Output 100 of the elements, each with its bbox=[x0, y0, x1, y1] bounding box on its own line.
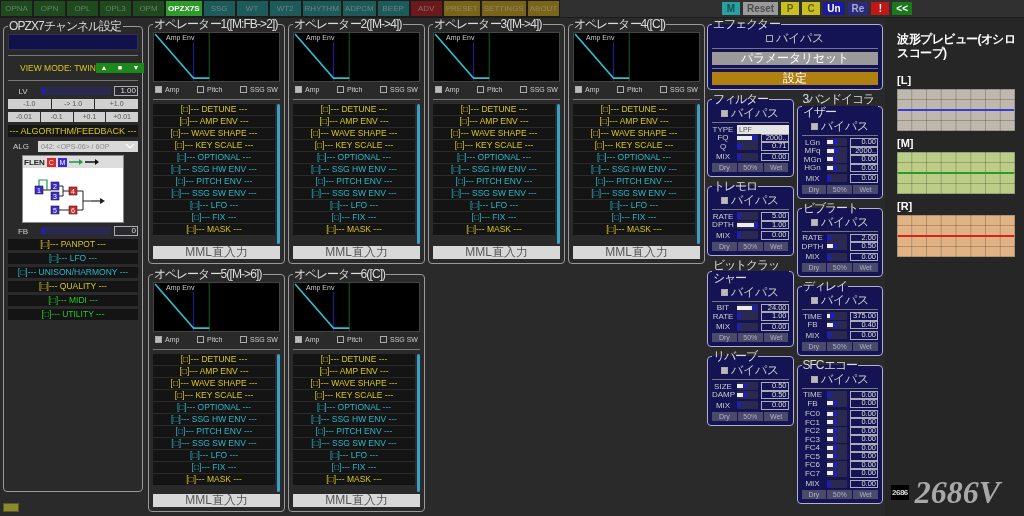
section-header[interactable]: [□]--- SSG SW ENV --- bbox=[573, 188, 695, 199]
section-header[interactable]: [□]--- KEY SCALE --- bbox=[433, 140, 555, 151]
checkbox[interactable] bbox=[379, 86, 387, 93]
slider[interactable] bbox=[826, 479, 847, 488]
section-header[interactable]: [□]--- MASK --- bbox=[433, 224, 555, 235]
section-header[interactable]: [□]--- DETUNE --- bbox=[433, 104, 555, 115]
checkbox[interactable] bbox=[155, 336, 162, 343]
section-header[interactable]: [□]--- LFO --- bbox=[153, 200, 275, 211]
checkbox[interactable] bbox=[721, 288, 729, 296]
section-header[interactable]: [□]--- MASK --- bbox=[153, 474, 275, 485]
section-header[interactable]: [□]--- MASK --- bbox=[293, 224, 415, 235]
checkbox[interactable] bbox=[239, 336, 247, 343]
section-header[interactable]: [□]--- MASK --- bbox=[153, 224, 275, 235]
section-header[interactable]: [□]--- WAVE SHAPE --- bbox=[573, 128, 695, 139]
section-header[interactable]: [□]--- WAVE SHAPE --- bbox=[433, 128, 555, 139]
section-header[interactable]: [□]--- OPTIONAL --- bbox=[293, 152, 415, 163]
section-header[interactable]: [□]--- SSG SW ENV --- bbox=[293, 188, 415, 199]
section-header[interactable]: [□]--- SSG SW ENV --- bbox=[433, 188, 555, 199]
slider[interactable] bbox=[826, 138, 847, 147]
section-header[interactable]: [□]--- DETUNE --- bbox=[153, 354, 275, 365]
section-header[interactable]: [□]--- WAVE SHAPE --- bbox=[153, 128, 275, 139]
section-header[interactable]: [□]--- SSG HW ENV --- bbox=[433, 164, 555, 175]
section-header[interactable]: [□]--- FIX --- bbox=[153, 462, 275, 473]
section-header[interactable]: [□]--- LFO --- bbox=[293, 200, 415, 211]
scrollbar[interactable] bbox=[557, 104, 560, 244]
section-header[interactable]: [□]--- DETUNE --- bbox=[573, 104, 695, 115]
mml-button[interactable]: MML直入力 bbox=[433, 246, 560, 259]
toolbar-button[interactable]: ! bbox=[871, 2, 890, 15]
checkbox[interactable] bbox=[810, 218, 818, 226]
mml-button[interactable]: MML直入力 bbox=[153, 494, 280, 507]
scrollbar[interactable] bbox=[277, 354, 280, 492]
checkbox[interactable] bbox=[435, 86, 442, 93]
slider[interactable] bbox=[826, 252, 847, 261]
section-header[interactable]: [□]--- OPTIONAL --- bbox=[293, 402, 415, 413]
section-header[interactable]: [□]--- FIX --- bbox=[433, 212, 555, 223]
slider[interactable] bbox=[826, 155, 847, 164]
section-header[interactable]: [□]--- WAVE SHAPE --- bbox=[293, 128, 415, 139]
section-header[interactable]: [□]--- MASK --- bbox=[293, 474, 415, 485]
slider[interactable] bbox=[826, 233, 847, 242]
checkbox[interactable] bbox=[239, 86, 247, 93]
section-header[interactable]: [□]--- FIX --- bbox=[293, 212, 415, 223]
slider[interactable] bbox=[826, 312, 847, 321]
section-header[interactable]: [□]--- DETUNE --- bbox=[293, 104, 415, 115]
scrollbar[interactable] bbox=[277, 104, 280, 244]
checkbox[interactable] bbox=[810, 297, 818, 304]
section-header[interactable]: [□]--- PITCH ENV --- bbox=[293, 426, 415, 437]
slider[interactable] bbox=[826, 390, 847, 399]
section-header[interactable]: [□]--- SSG SW ENV --- bbox=[293, 438, 415, 449]
section-header[interactable]: [□]--- SSG HW ENV --- bbox=[293, 414, 415, 425]
section-header[interactable]: [□]--- LFO --- bbox=[573, 200, 695, 211]
slider[interactable] bbox=[737, 322, 758, 331]
section-header[interactable]: [□]--- SSG HW ENV --- bbox=[293, 164, 415, 175]
section-header[interactable]: [□]--- KEY SCALE --- bbox=[293, 140, 415, 151]
section-header[interactable]: [□]--- SSG SW ENV --- bbox=[153, 438, 275, 449]
section-header[interactable]: [□]--- MIDI --- bbox=[8, 295, 138, 306]
section-header[interactable]: [□]--- PITCH ENV --- bbox=[433, 176, 555, 187]
section-header[interactable]: [□]--- PITCH ENV --- bbox=[293, 176, 415, 187]
slider[interactable] bbox=[826, 399, 847, 408]
section-header[interactable]: [□]--- OPTIONAL --- bbox=[433, 152, 555, 163]
section-header[interactable]: [□]--- PANPOT --- bbox=[8, 239, 138, 250]
checkbox[interactable] bbox=[519, 86, 527, 93]
section-header[interactable]: [□]--- PITCH ENV --- bbox=[573, 176, 695, 187]
slider[interactable] bbox=[826, 452, 847, 461]
section-header[interactable]: [□]--- OPTIONAL --- bbox=[153, 402, 275, 413]
section-header[interactable]: [□]--- LFO --- bbox=[293, 450, 415, 461]
slider[interactable] bbox=[737, 231, 758, 240]
section-header[interactable]: [□]--- KEY SCALE --- bbox=[153, 390, 275, 401]
scrollbar[interactable] bbox=[417, 104, 420, 244]
toolbar-button[interactable]: Un bbox=[823, 2, 845, 15]
toolbar-button[interactable]: << bbox=[892, 2, 912, 15]
tab[interactable]: OPZX7S bbox=[165, 0, 203, 17]
section-header[interactable]: [□]--- AMP ENV --- bbox=[153, 116, 275, 127]
section-header[interactable]: [□]--- FIX --- bbox=[573, 212, 695, 223]
section-header[interactable]: [□]--- AMP ENV --- bbox=[293, 366, 415, 377]
checkbox[interactable] bbox=[196, 86, 204, 93]
slider[interactable] bbox=[826, 418, 847, 427]
section-header[interactable]: [□]--- KEY SCALE --- bbox=[293, 390, 415, 401]
mml-button[interactable]: MML直入力 bbox=[153, 246, 280, 259]
mml-button[interactable]: MML直入力 bbox=[293, 246, 420, 259]
section-header[interactable]: [□]--- KEY SCALE --- bbox=[153, 140, 275, 151]
checkbox[interactable] bbox=[721, 110, 729, 117]
section-header[interactable]: [□]--- OPTIONAL --- bbox=[573, 152, 695, 163]
slider[interactable] bbox=[826, 443, 847, 452]
slider[interactable] bbox=[826, 435, 847, 444]
section-header[interactable]: [□]--- AMP ENV --- bbox=[153, 366, 275, 377]
checkbox[interactable] bbox=[616, 86, 624, 93]
section-header[interactable]: [□]--- SSG HW ENV --- bbox=[573, 164, 695, 175]
section-header[interactable]: [□]--- KEY SCALE --- bbox=[573, 140, 695, 151]
slider[interactable] bbox=[737, 382, 758, 391]
value-field[interactable]: 1.00 bbox=[114, 86, 138, 96]
checkbox[interactable] bbox=[336, 336, 344, 343]
checkbox[interactable] bbox=[379, 336, 387, 343]
checkbox[interactable] bbox=[155, 86, 162, 93]
section-header[interactable]: [□]--- LFO --- bbox=[433, 200, 555, 211]
checkbox[interactable] bbox=[575, 86, 582, 93]
slider[interactable] bbox=[826, 469, 847, 478]
slider[interactable] bbox=[737, 142, 758, 151]
section-header[interactable]: [□]--- SSG HW ENV --- bbox=[153, 164, 275, 175]
slider[interactable] bbox=[826, 426, 847, 435]
section-header[interactable]: [□]--- PITCH ENV --- bbox=[153, 426, 275, 437]
